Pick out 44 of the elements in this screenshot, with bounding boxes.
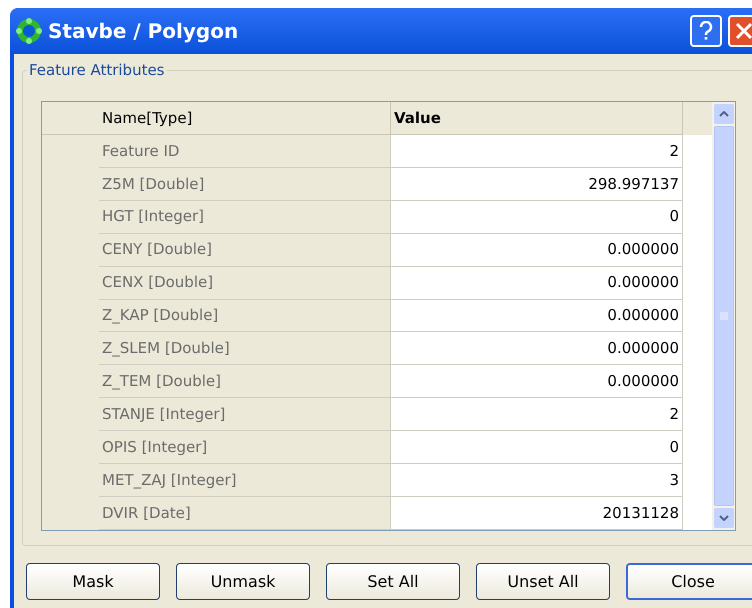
scroll-up-button[interactable] xyxy=(714,104,734,124)
help-icon xyxy=(698,21,714,41)
table-cell: 298.997137 xyxy=(391,168,683,201)
table-cell: Z_TEM [Double] xyxy=(99,365,391,398)
table-cell: DVIR [Date] xyxy=(99,497,391,530)
table-cell: HGT [Integer] xyxy=(99,200,391,234)
close-icon xyxy=(735,22,752,40)
scroll-down-button[interactable] xyxy=(714,508,734,528)
dialog-button[interactable]: Unset All xyxy=(476,563,610,600)
table-cell: Z_KAP [Double] xyxy=(99,300,391,332)
help-button[interactable] xyxy=(690,15,722,47)
table-cell: 3 xyxy=(391,464,683,498)
table-cell: Z5M [Double] xyxy=(99,168,391,201)
scrollbar[interactable] xyxy=(712,102,735,530)
grip-icon xyxy=(720,312,728,320)
table-cell: 0.000000 xyxy=(391,365,683,398)
table-cell: 0.000000 xyxy=(391,234,683,267)
window-title: Stavbe / Polygon xyxy=(48,18,238,45)
dialog-button[interactable]: Unmask xyxy=(176,563,310,600)
column-header[interactable]: Name[Type] xyxy=(99,102,391,134)
table-cell: 2 xyxy=(391,398,683,432)
table-cell: CENX [Double] xyxy=(99,266,391,300)
table-cell: 0 xyxy=(391,200,683,234)
table-cell: OPIS [Integer] xyxy=(99,431,391,464)
table-cell: 0.000000 xyxy=(391,300,683,332)
chevron-down-icon xyxy=(718,515,728,521)
scroll-thumb[interactable] xyxy=(714,126,734,506)
table-cell: 0.000000 xyxy=(391,332,683,366)
chevron-up-icon xyxy=(718,111,728,117)
table-cell: 20131128 xyxy=(391,497,683,530)
column-header[interactable]: Value xyxy=(391,102,683,134)
table-cell: MET_ZAJ [Integer] xyxy=(99,464,391,498)
table-cell: Feature ID xyxy=(99,134,391,168)
table-cell: 0 xyxy=(391,431,683,464)
dialog-button[interactable]: Close xyxy=(626,563,752,600)
table-cell: STANJE [Integer] xyxy=(99,398,391,432)
dialog-button[interactable]: Mask xyxy=(26,563,160,600)
polygon-icon xyxy=(16,18,42,44)
close-button[interactable] xyxy=(728,15,752,47)
table-cell: CENY [Double] xyxy=(99,234,391,267)
table-cell: Z_SLEM [Double] xyxy=(99,332,391,366)
table-cell: 0.000000 xyxy=(391,266,683,300)
dialog-button[interactable]: Set All xyxy=(326,563,460,600)
table-cell: 2 xyxy=(391,134,683,168)
